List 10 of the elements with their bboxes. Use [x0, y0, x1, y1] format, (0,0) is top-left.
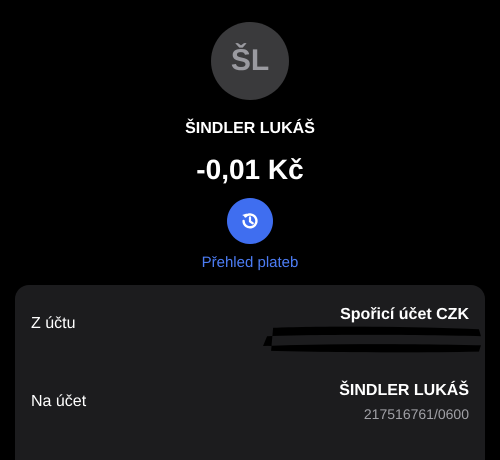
contact-name: ŠINDLER LUKÁŠ: [185, 120, 315, 138]
payment-overview-link[interactable]: Přehled plateb: [202, 254, 298, 271]
avatar-initials: ŠL: [230, 44, 270, 78]
amount: -0,01 Kč: [196, 154, 304, 186]
account-number: 217516761/0600: [364, 406, 469, 422]
detail-label: Z účtu: [31, 315, 76, 333]
detail-value: ŠINDLER LUKÁŠ: [339, 382, 469, 400]
history-button[interactable]: [227, 198, 273, 244]
detail-label: Na účet: [31, 393, 86, 411]
detail-value: Spořicí účet CZK: [340, 306, 469, 324]
